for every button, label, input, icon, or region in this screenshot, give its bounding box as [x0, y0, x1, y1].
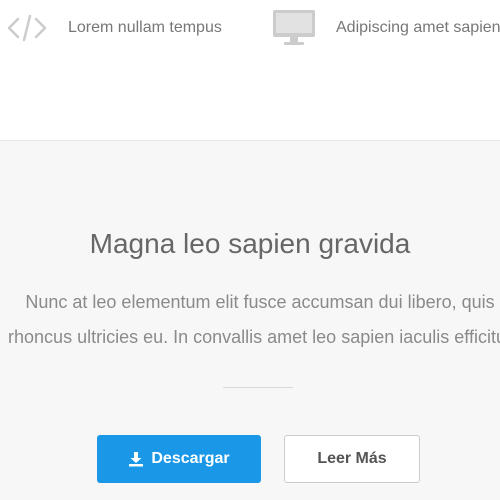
download-icon — [128, 451, 144, 467]
download-button-label: Descargar — [151, 450, 230, 467]
hero-text: rhoncus ultricies eu. In convallis amet … — [8, 327, 500, 347]
features-strip: Lorem nullam tempus Adipiscing amet sapi… — [0, 0, 500, 141]
feature-item-code: Lorem nullam tempus — [6, 8, 222, 48]
read-more-button-label: Leer Más — [317, 450, 387, 467]
feature-item-monitor: Adipiscing amet sapien — [272, 8, 500, 48]
hero-text: Nunc at leo elementum elit fusce accumsa… — [25, 292, 495, 312]
divider — [223, 387, 293, 388]
monitor-icon — [272, 8, 316, 48]
download-button[interactable]: Descargar — [97, 435, 261, 483]
page: Lorem nullam tempus Adipiscing amet sapi… — [0, 0, 500, 500]
feature-label: Adipiscing amet sapien — [336, 19, 500, 36]
read-more-button[interactable]: Leer Más — [284, 435, 420, 483]
hero-section: Magna leo sapien gravida Nunc at leo ele… — [0, 141, 500, 500]
code-icon — [6, 8, 48, 48]
hero-title: Magna leo sapien gravida — [89, 228, 411, 259]
feature-label: Lorem nullam tempus — [68, 19, 222, 36]
